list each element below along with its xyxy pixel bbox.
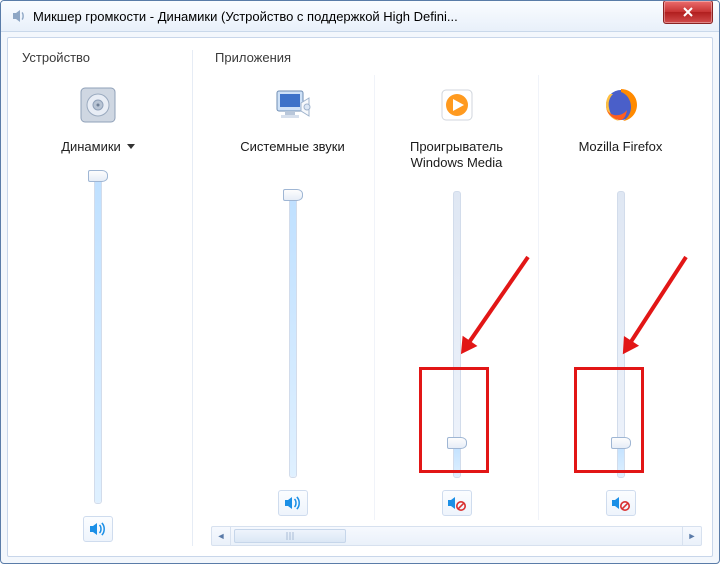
- device-icon: [77, 77, 119, 133]
- speaker-on-icon: [89, 522, 107, 536]
- chevron-down-icon: [127, 144, 135, 149]
- device-dropdown[interactable]: Динамики: [61, 139, 135, 154]
- app-mute-button-system[interactable]: [278, 490, 308, 516]
- device-volume-slider[interactable]: [22, 166, 174, 508]
- app-column-system: Системные звуки: [211, 75, 375, 520]
- app-mute-button-firefox[interactable]: [606, 490, 636, 516]
- app-icon-system: [271, 77, 315, 133]
- app-icon-wmp: [439, 77, 475, 133]
- app-label: Mozilla Firefox: [579, 139, 663, 173]
- scrollbar-thumb[interactable]: [234, 529, 346, 543]
- app-column-firefox: Mozilla Firefox: [539, 75, 702, 520]
- app-mute-button-wmp[interactable]: [442, 490, 472, 516]
- device-mute-button[interactable]: [83, 516, 113, 542]
- close-icon: [682, 7, 694, 17]
- window-title: Микшер громкости - Динамики (Устройство …: [33, 9, 715, 24]
- client-area: Устройство Динамики: [7, 37, 713, 557]
- speaker-icon: [11, 8, 27, 24]
- app-volume-slider-wmp[interactable]: [379, 185, 534, 482]
- speaker-on-icon: [284, 496, 302, 510]
- app-column-wmp: ПроигрывательWindows Media: [375, 75, 539, 520]
- app-volume-slider-system[interactable]: [215, 185, 370, 482]
- device-group: Устройство Динамики: [18, 50, 193, 546]
- scroll-left-button[interactable]: ◄: [212, 527, 231, 545]
- device-group-title: Устройство: [22, 50, 178, 65]
- mixer-window: Микшер громкости - Динамики (Устройство …: [0, 0, 720, 564]
- horizontal-scrollbar[interactable]: ◄ ►: [211, 526, 702, 546]
- apps-group-title: Приложения: [215, 50, 702, 65]
- device-label-text: Динамики: [61, 139, 121, 154]
- speaker-muted-icon: [611, 495, 631, 511]
- app-label: Системные звуки: [240, 139, 345, 173]
- app-volume-slider-firefox[interactable]: [543, 185, 698, 482]
- device-column: Динамики: [18, 75, 178, 546]
- app-icon-firefox: [602, 77, 640, 133]
- apps-group: Приложения Системные звуки ПроигрывательW…: [211, 50, 702, 546]
- app-label: ПроигрывательWindows Media: [410, 139, 503, 173]
- close-button[interactable]: [663, 0, 713, 24]
- titlebar: Микшер громкости - Динамики (Устройство …: [1, 1, 719, 32]
- scroll-right-button[interactable]: ►: [682, 527, 701, 545]
- speaker-muted-icon: [447, 495, 467, 511]
